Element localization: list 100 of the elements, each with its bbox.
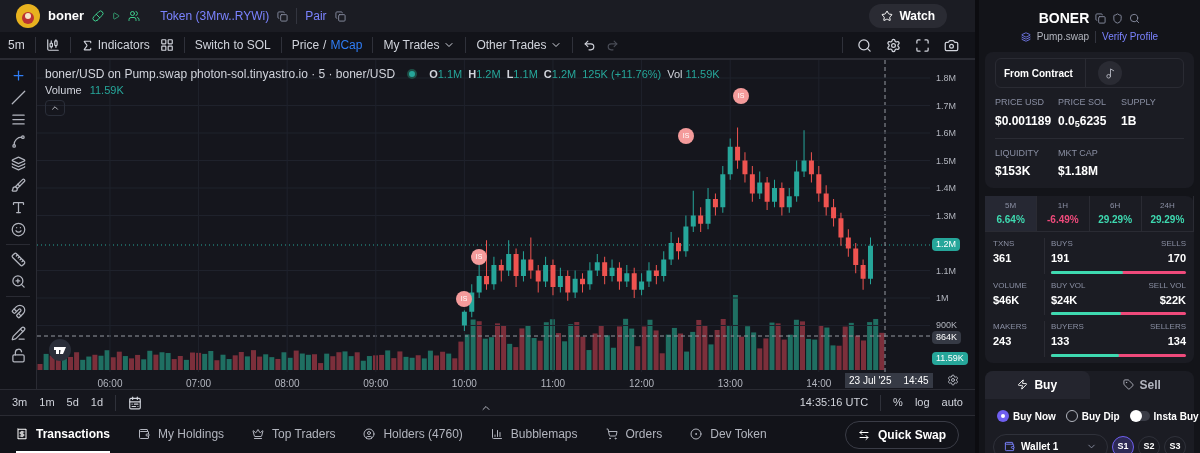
tab[interactable]: Orders — [605, 416, 663, 453]
ohlc-value: L1.1M — [506, 66, 538, 82]
time-tick: 08:00 — [274, 377, 300, 389]
clock-text: 14:35:16 UTC — [799, 395, 869, 411]
timeframe-tab[interactable]: 1H -6.49% — [1037, 196, 1090, 231]
time-tick: 11:00 — [540, 377, 566, 389]
stat-value: $1.18M — [1058, 163, 1100, 180]
price-tick: 1.3M — [936, 210, 956, 221]
timeframe-tab[interactable]: 5M 6.64% — [985, 196, 1038, 231]
ohlc-value: O1.1M — [429, 66, 463, 82]
price-tick: 1M — [936, 292, 949, 304]
time-tick: 14:00 — [806, 377, 832, 389]
metric-value: $46K — [993, 292, 1021, 308]
pair-link[interactable]: Pair — [305, 7, 327, 25]
stat-label: LIQUIDITY — [995, 146, 1040, 160]
mcap-toggle[interactable]: MCap — [330, 36, 363, 54]
trade-tab[interactable]: Sell — [1089, 370, 1194, 399]
ohlc-value: C1.2M — [543, 66, 577, 82]
tab[interactable]: Top Traders — [252, 416, 336, 453]
chart-title: boner/USD on Pump.swap photon-sol.tinyastro.io · 5 · boner/USD — [45, 66, 396, 83]
stat-value: $0.001189 — [995, 112, 1053, 130]
buy-value: 133 — [1051, 334, 1070, 349]
date-text: 23 Jul '25 — [849, 374, 892, 388]
separator-text: / — [323, 37, 327, 54]
metric-label: TXNS — [993, 238, 1016, 250]
scale-option[interactable]: log — [914, 394, 930, 411]
metric-label: MAKERS — [993, 321, 1028, 333]
time-tick: 10:00 — [451, 377, 477, 389]
stat-label: PRICE SOL — [1058, 96, 1107, 109]
time-tick: 09:00 — [363, 377, 389, 389]
indicators-button[interactable]: Indicators — [80, 36, 150, 54]
time-tick: 06:00 — [97, 377, 123, 389]
sell-label: SELL VOL — [1148, 279, 1186, 292]
time-text: 14:45 — [903, 374, 929, 388]
range-button[interactable]: 5d — [66, 394, 79, 411]
slot-button[interactable]: S1 — [1112, 435, 1134, 453]
price-tick: 900K — [936, 320, 958, 331]
mode-radio[interactable]: Buy Dip — [1065, 408, 1120, 424]
timeframe-tab[interactable]: 24H 29.29% — [1141, 196, 1194, 231]
price-tick: 1.7M — [936, 100, 956, 111]
buy-value: 191 — [1051, 251, 1070, 266]
source-label: From Contract — [996, 59, 1086, 87]
time-tick: 12:00 — [629, 377, 655, 389]
token-symbol: BONER — [1038, 9, 1090, 28]
interval-button[interactable]: 5m — [8, 36, 25, 54]
timeframe-tab[interactable]: 6H 29.29% — [1089, 196, 1142, 231]
verify-profile-link[interactable]: Verify Profile — [1102, 29, 1159, 44]
price-badge: 1.2M — [932, 238, 960, 251]
price-tick: 1.1M — [936, 265, 956, 276]
buy-label: BUYERS — [1051, 321, 1084, 333]
buy-value: $24K — [1051, 292, 1078, 308]
metric-value: 361 — [993, 251, 1013, 266]
stat-value: 1B — [1121, 112, 1138, 130]
tab[interactable]: Bubblemaps — [490, 416, 578, 453]
other-trades-dropdown[interactable]: Other Trades — [476, 36, 563, 54]
stat-label: SUPPLY — [1121, 96, 1157, 109]
tab[interactable]: Holders (4760) — [363, 416, 463, 453]
metric-value: 243 — [993, 334, 1013, 349]
range-button[interactable]: 1d — [90, 394, 104, 411]
switch-button[interactable]: Switch to SOL — [194, 36, 271, 54]
mode-radio[interactable]: Buy Now — [997, 408, 1056, 424]
stat-value: 0.0$_{5}$6235 — [1058, 112, 1108, 130]
token-link[interactable]: Token (3Mrw..RYWi) — [160, 7, 270, 25]
range-button[interactable]: 1m — [39, 394, 55, 411]
ohlc-value: H1.2M — [468, 66, 501, 82]
price-badge: 11.59K — [932, 352, 968, 365]
volume-reading: 11.59K — [89, 83, 124, 98]
stat-label: MKT CAP — [1058, 146, 1099, 160]
price-tick: 1.5M — [936, 155, 956, 166]
price-badge: 864K — [932, 331, 962, 344]
trade-tab[interactable]: Buy — [985, 370, 1090, 399]
price-tick: 1.6M — [936, 127, 956, 139]
price-tick: 1.8M — [936, 72, 956, 84]
sell-value: 134 — [1167, 334, 1186, 349]
my-trades-dropdown[interactable]: My Trades — [383, 36, 456, 54]
scale-option[interactable]: auto — [941, 394, 963, 411]
tab[interactable]: Transactions — [16, 416, 111, 453]
change-value: 125K (+11.76%) — [582, 66, 662, 82]
insta-buy-toggle[interactable]: Insta Buy — [1129, 408, 1199, 424]
sell-value: 170 — [1167, 251, 1186, 266]
stat-value: $153K — [995, 163, 1032, 180]
dex-name: Pump.swap — [1036, 30, 1090, 44]
metric-label: VOLUME — [993, 279, 1028, 292]
sell-value: $22K — [1159, 292, 1186, 308]
buy-label: BUY VOL — [1051, 279, 1086, 292]
sell-label: SELLERS — [1149, 321, 1186, 333]
time-tick: 07:00 — [186, 377, 212, 389]
token-name: boner — [48, 7, 85, 26]
sell-label: SELLS — [1161, 238, 1186, 250]
watch-button[interactable]: Watch — [869, 4, 947, 28]
volume-value: Vol 11.59K — [667, 66, 720, 82]
buy-label: BUYS — [1051, 238, 1073, 250]
scale-option[interactable]: % — [893, 394, 903, 411]
volume-label: Volume — [45, 83, 82, 98]
price-toggle[interactable]: Price — [291, 36, 320, 54]
price-tick: 1.4M — [936, 182, 956, 194]
tab[interactable]: Dev Token — [690, 416, 767, 453]
tab[interactable]: My Holdings — [138, 416, 225, 453]
range-button[interactable]: 3m — [12, 394, 28, 411]
time-tick: 13:00 — [717, 377, 743, 389]
